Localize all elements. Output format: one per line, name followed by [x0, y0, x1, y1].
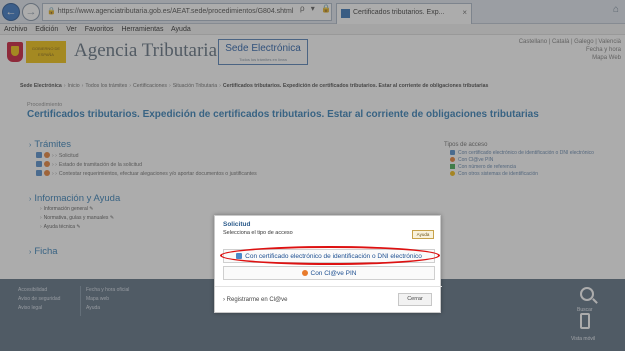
help-button[interactable]: Ayuda	[412, 230, 434, 239]
clave-pin-option-label: Con Cl@ve PIN	[310, 270, 357, 277]
clave-pin-icon	[301, 270, 308, 276]
annotation-highlight-ellipse	[220, 246, 440, 265]
dialog-divider	[215, 286, 442, 287]
dialog-subtitle: Selecciona el tipo de acceso	[223, 230, 293, 236]
dialog-title: Solicitud	[223, 221, 251, 228]
close-button[interactable]: Cerrar	[398, 293, 432, 306]
register-clave-link[interactable]: › Registrarme en Cl@ve	[223, 297, 287, 303]
clave-pin-access-option[interactable]: Con Cl@ve PIN	[223, 266, 435, 280]
